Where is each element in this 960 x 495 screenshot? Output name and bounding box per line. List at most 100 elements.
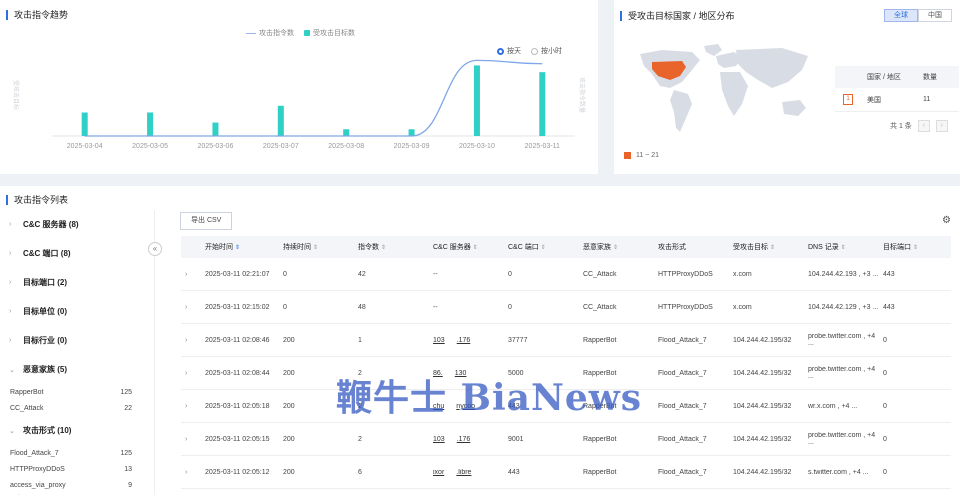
x-tick-label: 2025-03-04: [67, 143, 103, 150]
sort-icon[interactable]: ⇕: [473, 245, 478, 251]
expand-row-icon[interactable]: ›: [181, 370, 201, 377]
expand-row-icon[interactable]: ›: [181, 436, 201, 443]
gear-icon[interactable]: ⚙: [942, 215, 951, 226]
cell-duration: 0: [283, 270, 287, 278]
cell-time: 2025-03-11 02:21:07: [205, 270, 270, 278]
cell-dns: 104.244.42.193 , +3 ...: [808, 270, 879, 278]
bar[interactable]: [277, 105, 284, 136]
bar[interactable]: [408, 129, 415, 136]
filter-category[interactable]: ⌄ 恶意家族 (5): [0, 355, 154, 384]
geo-table: 国家 / 地区 数量 1 美国 11: [835, 66, 959, 112]
export-csv-button[interactable]: 导出 CSV: [180, 212, 233, 230]
cell-cc: 103 .176: [429, 337, 504, 344]
filter-category-label: 目标单位 (0): [23, 307, 67, 316]
column-header[interactable]: 攻击形式: [654, 242, 729, 252]
cell-dns: 104.244.42.129 , +3 ...: [808, 303, 879, 311]
sort-icon[interactable]: ⇕: [613, 245, 618, 251]
cell-tport: 443: [883, 270, 895, 278]
tab-china[interactable]: 中国: [918, 9, 952, 22]
column-header[interactable]: 指令数 ⇕: [354, 242, 429, 252]
x-tick-label: 2025-03-11: [525, 143, 560, 150]
filter-category[interactable]: › C&C 服务器 (8): [0, 210, 154, 239]
cc-server-link[interactable]: 103: [433, 337, 445, 344]
cc-server-link[interactable]: .176: [457, 337, 471, 344]
filter-category[interactable]: › 目标单位 (0): [0, 297, 154, 326]
expand-row-icon[interactable]: ›: [181, 337, 201, 344]
filter-category[interactable]: › 目标端口 (2): [0, 268, 154, 297]
bar[interactable]: [539, 72, 546, 136]
filter-option-count: 22: [124, 404, 132, 412]
expand-row-icon[interactable]: ›: [181, 403, 201, 410]
cc-server-link[interactable]: .176: [457, 436, 471, 443]
cell-dns: wr.x.com , +4 ...: [808, 402, 858, 410]
line-series[interactable]: [84, 59, 543, 137]
cell-target: x.com: [733, 303, 752, 311]
table-row[interactable]: › 2025-03-11 02:21:07 0 42 -- 0 CC_Attack HTTPP…: [181, 258, 951, 291]
filter-option-name: Flood_Attack_7: [10, 449, 59, 457]
bar[interactable]: [212, 122, 219, 136]
chevron-down-icon: ⌄: [9, 366, 15, 374]
filter-option[interactable]: access_via_proxy 9: [0, 477, 154, 493]
geo-panel: 受攻击目标国家 / 地区分布 全球 中国 11 ~ 21 国家 / 地区 数量 …: [614, 0, 960, 174]
cell-target: 104.244.42.195/32: [733, 402, 792, 410]
cc-server-link[interactable]: ixor: [433, 469, 444, 476]
bar[interactable]: [343, 129, 350, 136]
cell-port: 9001: [508, 435, 524, 443]
sort-icon[interactable]: ⇕: [913, 245, 918, 251]
cell-dns: s.twitter.com , +4 ...: [808, 468, 869, 476]
sort-icon[interactable]: ⇕: [313, 245, 318, 251]
bar[interactable]: [147, 112, 154, 136]
bar[interactable]: [473, 65, 480, 136]
filter-option[interactable]: Flood_Attack_7 125: [0, 445, 154, 461]
column-header[interactable]: 受攻击目标 ⇕: [729, 242, 804, 252]
world-map[interactable]: [622, 42, 822, 142]
expand-row-icon[interactable]: ›: [181, 469, 201, 476]
column-header[interactable]: 开始时间 ⇕: [201, 242, 279, 252]
prev-page-icon[interactable]: ‹: [917, 120, 930, 132]
filter-category-label: C&C 端口 (8): [23, 249, 71, 258]
filter-option[interactable]: RapperBot 125: [0, 384, 154, 400]
cell-port: 0: [508, 270, 512, 278]
chevron-right-icon: ›: [9, 337, 12, 344]
filter-category[interactable]: › 目标行业 (0): [0, 326, 154, 355]
cc-server-link[interactable]: 103: [433, 436, 445, 443]
table-row[interactable]: › 2025-03-11 02:05:12 200 6 ixor .libre 443 Rap…: [181, 456, 951, 489]
x-tick-label: 2025-03-08: [328, 143, 364, 150]
filter-option[interactable]: CC_Attack 22: [0, 400, 154, 416]
sort-icon[interactable]: ⇕: [381, 245, 386, 251]
column-header[interactable]: C&C 服务器 ⇕: [429, 242, 504, 252]
collapse-sidebar-icon[interactable]: «: [148, 242, 162, 256]
filter-category[interactable]: ⌄ 攻击形式 (10): [0, 416, 154, 445]
column-header[interactable]: C&C 端口 ⇕: [504, 242, 579, 252]
bar[interactable]: [81, 112, 88, 136]
table-row[interactable]: › 2025-03-11 02:08:46 200 1 103 .176 37777 Rapp…: [181, 324, 951, 357]
sort-icon[interactable]: ⇕: [235, 245, 240, 251]
cell-family: RapperBot: [583, 336, 617, 344]
cell-time: 2025-03-11 02:05:15: [205, 435, 270, 443]
filter-category[interactable]: › C&C 端口 (8): [0, 239, 154, 268]
range-swatch-icon: [624, 152, 631, 159]
country-count: 11: [923, 96, 931, 103]
geo-table-row[interactable]: 1 美国 11: [835, 88, 959, 112]
sort-icon[interactable]: ⇕: [541, 245, 546, 251]
cell-target: 104.244.42.195/32: [733, 369, 792, 377]
expand-row-icon[interactable]: ›: [181, 271, 201, 278]
table-row[interactable]: › 2025-03-11 02:15:02 0 48 -- 0 CC_Attack HTTPP…: [181, 291, 951, 324]
cell-duration: 200: [283, 435, 295, 443]
tab-global[interactable]: 全球: [884, 9, 918, 22]
sort-icon[interactable]: ⇕: [841, 245, 846, 251]
chevron-right-icon: ›: [9, 221, 12, 228]
filter-option[interactable]: HTTPProxyDDoS 13: [0, 461, 154, 477]
cc-server-link[interactable]: .libre: [456, 469, 471, 476]
cell-target: 104.244.42.195/32: [733, 468, 792, 476]
column-header[interactable]: 持续时间 ⇕: [279, 242, 354, 252]
cell-dns: probe.twitter.com , +4 ...: [808, 432, 876, 446]
column-header[interactable]: DNS 记录 ⇕: [804, 242, 879, 252]
country-name: 美国: [867, 96, 881, 104]
expand-row-icon[interactable]: ›: [181, 304, 201, 311]
sort-icon[interactable]: ⇕: [770, 245, 775, 251]
table-row[interactable]: › 2025-03-11 02:05:15 200 2 103 .176 9001 Rappe…: [181, 423, 951, 456]
next-page-icon[interactable]: ›: [935, 120, 948, 132]
column-header[interactable]: 目标端口 ⇕: [879, 242, 951, 252]
column-header[interactable]: 恶意家族 ⇕: [579, 242, 654, 252]
